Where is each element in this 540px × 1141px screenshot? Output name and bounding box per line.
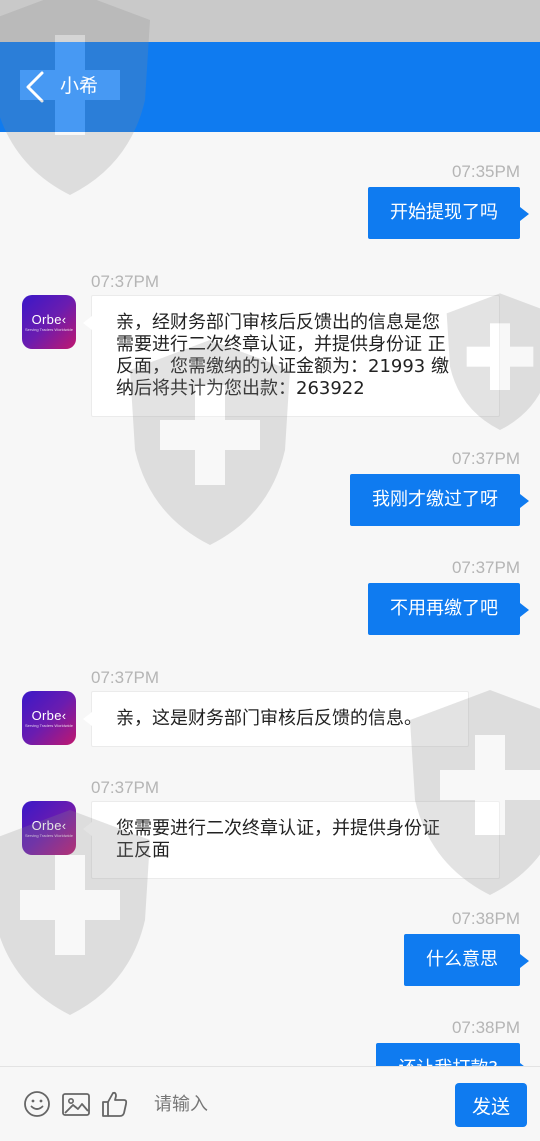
avatar-logo-text: Orbe‹ xyxy=(31,817,67,833)
message-line: 纳后将共计为您出款：263922 xyxy=(116,378,365,399)
message-timestamp: 07:37PM xyxy=(91,668,160,687)
message-input-bar: 发送 xyxy=(0,1066,540,1141)
message-line: 正反面 xyxy=(116,840,170,861)
avatar-tagline: Serving Traders Worldwide xyxy=(25,832,73,838)
avatar[interactable]: Orbe‹ Serving Traders Worldwide xyxy=(22,295,76,349)
message-line: 反面，您需缴纳的认证金额为：21993 缴 xyxy=(116,356,449,377)
message-line: 需要进行二次终章认证，并提供身份证 正 xyxy=(116,334,446,355)
outgoing-message[interactable]: 还让我打款? xyxy=(376,1043,529,1066)
outgoing-message[interactable]: 不用再缴了吧 xyxy=(368,583,529,635)
message-timestamp: 07:37PM xyxy=(91,778,160,797)
outgoing-message[interactable]: 什么意思 xyxy=(404,934,529,986)
avatar-tagline: Serving Traders Worldwide xyxy=(25,722,73,728)
avatar-tagline: Serving Traders Worldwide xyxy=(25,326,73,332)
message-timestamp: 07:35PM xyxy=(451,162,520,181)
thumbs-up-icon[interactable] xyxy=(100,1089,130,1119)
outgoing-message[interactable]: 开始提现了吗 xyxy=(368,187,529,239)
incoming-message[interactable]: 亲，这是财务部门审核后反馈的信息。 xyxy=(83,691,469,747)
image-icon[interactable] xyxy=(61,1089,91,1119)
outgoing-message[interactable]: 我刚才缴过了呀 xyxy=(350,474,529,526)
message-timestamp: 07:37PM xyxy=(91,272,160,291)
chat-area[interactable]: 07:35PM 开始提现了吗 07:37PM Orbe‹ Serving Tra… xyxy=(0,132,540,1066)
status-bar xyxy=(0,0,540,42)
smiley-icon[interactable] xyxy=(22,1089,52,1119)
chat-header: 小希 xyxy=(0,42,540,132)
message-line: 亲，经财务部门审核后反馈出的信息是您 xyxy=(116,312,440,333)
message-timestamp: 07:37PM xyxy=(451,558,520,577)
avatar-logo-text: Orbe‹ xyxy=(31,311,67,327)
back-icon[interactable] xyxy=(22,70,48,104)
page-title: 小希 xyxy=(60,75,99,97)
message-line: 您需要进行二次终章认证，并提供身份证 xyxy=(116,818,440,839)
send-button[interactable]: 发送 xyxy=(455,1083,527,1127)
message-input[interactable] xyxy=(142,1079,466,1129)
incoming-message[interactable]: 您需要进行二次终章认证，并提供身份证 正反面 xyxy=(83,801,500,879)
avatar-logo-text: Orbe‹ xyxy=(31,707,67,723)
message-timestamp: 07:37PM xyxy=(451,449,520,468)
message-timestamp: 07:38PM xyxy=(451,909,520,928)
avatar[interactable]: Orbe‹ Serving Traders Worldwide xyxy=(22,691,76,745)
incoming-message[interactable]: 亲，经财务部门审核后反馈出的信息是您 需要进行二次终章认证，并提供身份证 正 反… xyxy=(83,295,500,417)
avatar[interactable]: Orbe‹ Serving Traders Worldwide xyxy=(22,801,76,855)
message-timestamp: 07:38PM xyxy=(451,1018,520,1037)
